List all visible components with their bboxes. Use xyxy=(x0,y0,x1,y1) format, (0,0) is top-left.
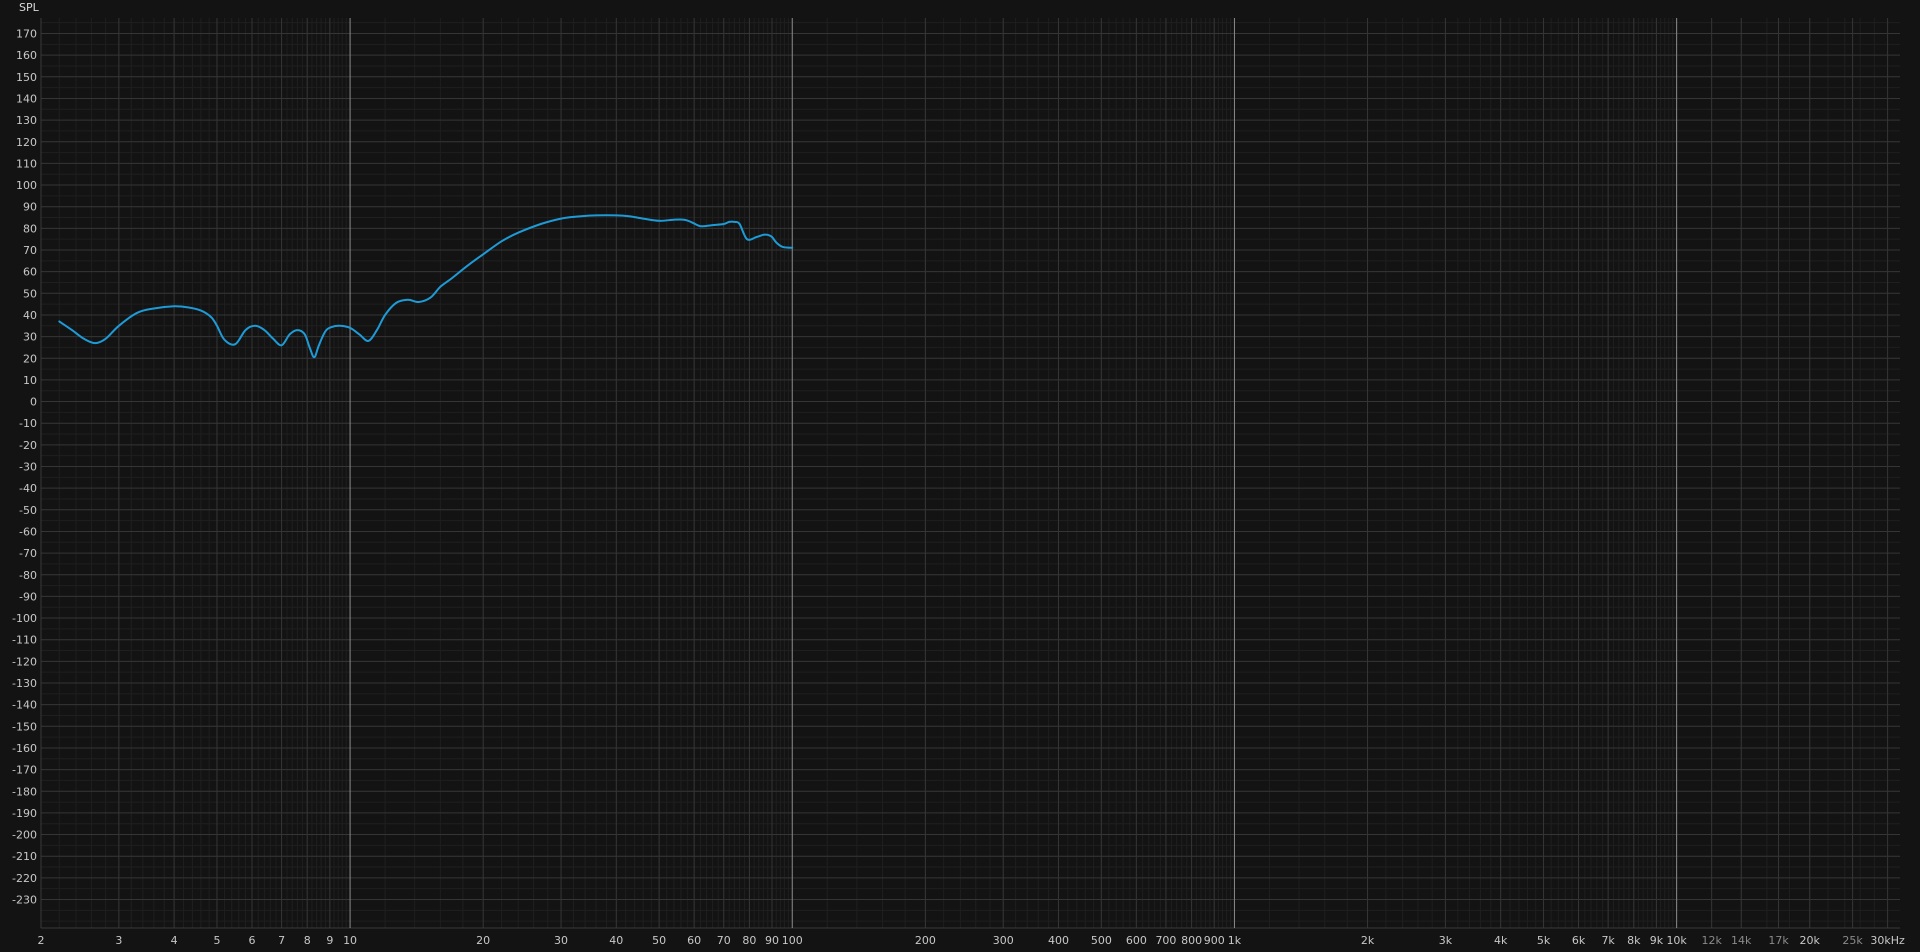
y-tick-label: 80 xyxy=(23,222,37,235)
y-tick-label: -120 xyxy=(12,655,37,668)
y-tick-label: -170 xyxy=(12,764,37,777)
x-tick-label: 12k xyxy=(1701,934,1722,947)
y-tick-label: -50 xyxy=(19,504,37,517)
x-tick-label: 17k xyxy=(1768,934,1789,947)
y-tick-label: 30 xyxy=(23,331,37,344)
y-tick-label: -180 xyxy=(12,785,37,798)
x-axis-ticks: 2 3 4 5 6 7 8 9 10 20 30 40 50 60 70 80 90 100 200 300 400 50… xyxy=(38,934,1906,947)
x-tick-label: 8k xyxy=(1627,934,1641,947)
y-tick-label: -190 xyxy=(12,807,37,820)
x-tick-label: 500 xyxy=(1091,934,1112,947)
x-tick-label: 5 xyxy=(213,934,220,947)
y-tick-label: -140 xyxy=(12,699,37,712)
y-tick-label: -40 xyxy=(19,482,37,495)
y-tick-label: 50 xyxy=(23,287,37,300)
x-tick-label: 1k xyxy=(1228,934,1242,947)
x-tick-label: 10k xyxy=(1666,934,1687,947)
y-tick-label: 150 xyxy=(16,71,37,84)
y-tick-label: -80 xyxy=(19,569,37,582)
x-tick-label: 6 xyxy=(248,934,255,947)
y-tick-label: 10 xyxy=(23,374,37,387)
y-tick-label: -100 xyxy=(12,612,37,625)
y-tick-label: -70 xyxy=(19,547,37,560)
x-tick-label: 30 xyxy=(554,934,568,947)
y-tick-label: 160 xyxy=(16,49,37,62)
x-tick-label: 3k xyxy=(1439,934,1453,947)
y-tick-label: 100 xyxy=(16,179,37,192)
x-tick-label: 700 xyxy=(1155,934,1176,947)
y-tick-label: -20 xyxy=(19,439,37,452)
y-tick-label: -90 xyxy=(19,590,37,603)
y-tick-label: 70 xyxy=(23,244,37,257)
x-tick-label: 70 xyxy=(717,934,731,947)
x-tick-label: 300 xyxy=(993,934,1014,947)
y-tick-label: -150 xyxy=(12,720,37,733)
y-tick-label: 130 xyxy=(16,114,37,127)
x-tick-label: 5k xyxy=(1537,934,1551,947)
spl-frequency-chart: 1701601501401301201101009080706050403020… xyxy=(12,1,1906,947)
x-tick-label: 4 xyxy=(171,934,178,947)
x-tick-label: 3 xyxy=(115,934,122,947)
y-tick-label: 110 xyxy=(16,157,37,170)
x-tick-label: 2k xyxy=(1361,934,1375,947)
x-tick-label: 20k xyxy=(1800,934,1821,947)
y-tick-label: -60 xyxy=(19,525,37,538)
x-tick-label: 2 xyxy=(38,934,45,947)
x-tick-label: 7k xyxy=(1601,934,1615,947)
y-tick-label: -160 xyxy=(12,742,37,755)
x-tick-label: 80 xyxy=(742,934,756,947)
y-tick-label: -220 xyxy=(12,872,37,885)
x-tick-label: 600 xyxy=(1126,934,1147,947)
y-tick-label: -30 xyxy=(19,461,37,474)
y-tick-label: 140 xyxy=(16,92,37,105)
x-tick-label: 900 xyxy=(1204,934,1225,947)
x-tick-label: 400 xyxy=(1048,934,1069,947)
y-axis-label: SPL xyxy=(19,1,40,14)
x-tick-label: 9 xyxy=(326,934,333,947)
x-tick-label: 14k xyxy=(1731,934,1752,947)
y-tick-label: -130 xyxy=(12,677,37,690)
x-tick-label: 7 xyxy=(278,934,285,947)
y-axis-ticks: 1701601501401301201101009080706050403020… xyxy=(12,28,37,907)
x-tick-label: 25k xyxy=(1842,934,1863,947)
y-tick-label: -230 xyxy=(12,894,37,907)
y-tick-label: 20 xyxy=(23,352,37,365)
x-tick-label: 10 xyxy=(343,934,357,947)
y-tick-label: 60 xyxy=(23,266,37,279)
y-tick-label: 120 xyxy=(16,136,37,149)
x-tick-label: 30kHz xyxy=(1870,934,1905,947)
x-tick-label: 9k xyxy=(1650,934,1664,947)
x-tick-label: 60 xyxy=(687,934,701,947)
y-tick-label: -110 xyxy=(12,634,37,647)
y-tick-label: -10 xyxy=(19,417,37,430)
x-tick-label: 800 xyxy=(1181,934,1202,947)
y-tick-label: 40 xyxy=(23,309,37,322)
x-tick-label: 90 xyxy=(765,934,779,947)
x-tick-label: 6k xyxy=(1572,934,1586,947)
y-tick-label: 0 xyxy=(30,396,37,409)
x-tick-label: 50 xyxy=(652,934,666,947)
y-tick-label: 170 xyxy=(16,28,37,41)
x-tick-label: 200 xyxy=(915,934,936,947)
x-tick-label: 100 xyxy=(782,934,803,947)
x-tick-label: 4k xyxy=(1494,934,1508,947)
y-tick-label: -210 xyxy=(12,850,37,863)
x-tick-label: 20 xyxy=(476,934,490,947)
x-tick-label: 40 xyxy=(609,934,623,947)
y-tick-label: -200 xyxy=(12,829,37,842)
y-tick-label: 90 xyxy=(23,201,37,214)
x-tick-label: 8 xyxy=(304,934,311,947)
